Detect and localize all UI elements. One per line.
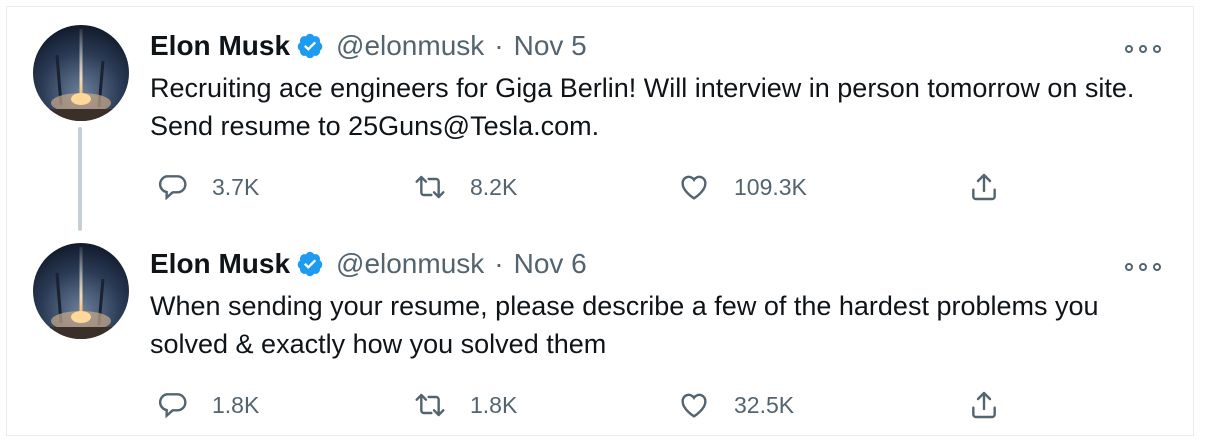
author-name[interactable]: Elon Musk	[150, 30, 290, 62]
avatar[interactable]	[33, 25, 129, 121]
tweet-date[interactable]: Nov 6	[514, 248, 587, 280]
reply-icon	[158, 393, 187, 419]
author-handle[interactable]: @elonmusk	[336, 248, 484, 280]
reply-count: 3.7K	[212, 173, 260, 200]
reply-button[interactable]: 3.7K	[156, 167, 259, 207]
like-button[interactable]: 32.5K	[678, 385, 794, 425]
verified-badge-icon	[296, 250, 324, 278]
retweet-count: 1.8K	[470, 391, 518, 418]
tweet-thread: Elon Musk @elonmusk · Nov 5 Recruiting a…	[6, 6, 1194, 436]
more-options-icon[interactable]	[1125, 261, 1161, 273]
heart-icon	[681, 393, 707, 418]
retweet-count: 8.2K	[470, 173, 518, 200]
retweet-button[interactable]: 1.8K	[414, 385, 517, 425]
heart-icon	[681, 175, 707, 200]
share-icon	[972, 173, 996, 201]
separator-dot: ·	[494, 248, 504, 279]
author-handle[interactable]: @elonmusk	[336, 30, 484, 62]
reply-button[interactable]: 1.8K	[156, 385, 259, 425]
tweet-text: When sending your resume, please describ…	[150, 291, 1099, 359]
reply-count: 1.8K	[212, 391, 260, 418]
tweet-actions: 1.8K 1.8K 32.5K	[150, 385, 1180, 425]
share-button[interactable]	[968, 167, 1024, 207]
reply-icon	[158, 175, 187, 201]
retweet-icon	[415, 175, 445, 199]
more-options-icon[interactable]	[1125, 43, 1161, 55]
tweet-header: Elon Musk @elonmusk · Nov 6	[150, 247, 587, 281]
tweet[interactable]: Elon Musk @elonmusk · Nov 5 Recruiting a…	[7, 7, 1193, 223]
share-icon	[972, 391, 996, 419]
avatar[interactable]	[33, 243, 129, 339]
like-count: 32.5K	[734, 391, 795, 418]
tweet-text: Recruiting ace engineers for Giga Berlin…	[150, 73, 1135, 141]
verified-badge-icon	[296, 32, 324, 60]
separator-dot: ·	[494, 30, 504, 61]
like-count: 109.3K	[734, 173, 807, 200]
author-name[interactable]: Elon Musk	[150, 248, 290, 280]
tweet-date[interactable]: Nov 5	[514, 30, 587, 62]
like-button[interactable]: 109.3K	[678, 167, 807, 207]
retweet-icon	[415, 393, 445, 417]
retweet-button[interactable]: 8.2K	[414, 167, 517, 207]
tweet-actions: 3.7K 8.2K 109.3K	[150, 167, 1180, 207]
tweet[interactable]: Elon Musk @elonmusk · Nov 6 When sending…	[7, 225, 1193, 441]
tweet-header: Elon Musk @elonmusk · Nov 5	[150, 29, 587, 63]
share-button[interactable]	[968, 385, 1024, 425]
